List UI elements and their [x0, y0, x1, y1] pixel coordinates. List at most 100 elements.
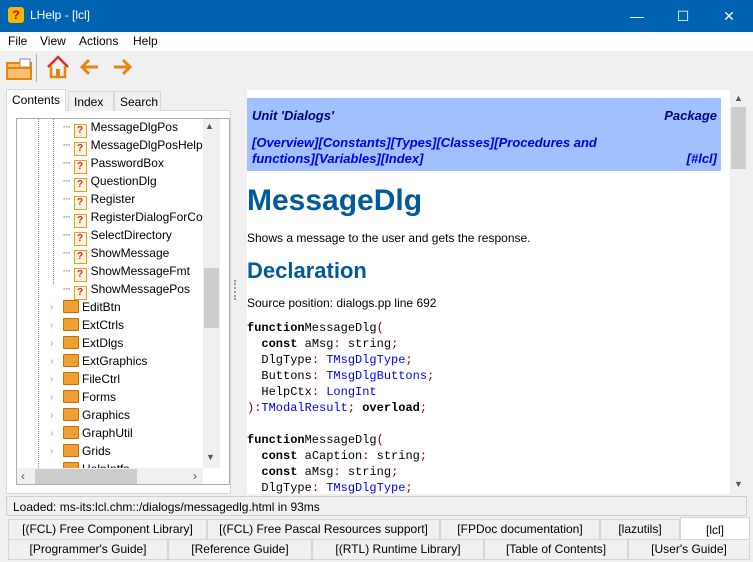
bottom-tab[interactable]: [(FCL) Free Pascal Resources support] [207, 519, 440, 540]
tree-horizontal-scrollbar[interactable]: ‹ › [17, 468, 203, 484]
scrollbar-thumb[interactable] [731, 107, 746, 169]
tree-item-unit[interactable]: GraphUtil [63, 426, 133, 444]
scroll-right-icon[interactable]: › [193, 469, 197, 483]
expand-chevron-icon[interactable]: › [50, 320, 53, 331]
tree-item-page[interactable]: ┄ ? ShowMessageFmt [63, 264, 190, 282]
tree-item-unit[interactable]: ExtGraphics [63, 354, 147, 372]
scroll-left-icon[interactable]: ‹ [21, 469, 25, 483]
tab-contents[interactable]: Contents [6, 89, 67, 111]
menu-view[interactable]: View [40, 34, 66, 48]
arrow-left-icon[interactable] [80, 58, 100, 76]
link-classes[interactable]: [Classes] [436, 135, 494, 150]
tree-item-unit[interactable]: EditBtn [63, 300, 121, 318]
link-procedures[interactable]: [Procedures and [494, 135, 597, 150]
bottom-tab[interactable]: [Programmer's Guide] [8, 539, 168, 560]
tree-item-unit[interactable]: ExtDlgs [63, 336, 123, 354]
bottom-tab[interactable]: [FPDoc documentation] [440, 519, 600, 540]
tree-item-label: Grids [82, 444, 111, 458]
bottom-tab[interactable]: [(RTL) Runtime Library] [312, 539, 484, 560]
scroll-down-icon[interactable]: ▼ [206, 452, 215, 462]
link-functions[interactable]: functions] [252, 151, 315, 166]
tree-item-page[interactable]: ┄ ? ShowMessagePos [63, 282, 190, 300]
bottom-tab[interactable]: [(FCL) Free Component Library] [8, 519, 207, 540]
code-token: string [340, 337, 392, 351]
bottom-tab[interactable]: [lazutils] [600, 519, 680, 540]
tree-item-page[interactable]: ┄ ? QuestionDlg [63, 174, 157, 192]
splitter[interactable] [234, 280, 236, 300]
help-page-icon: ? [73, 250, 87, 264]
code-line: functionMessageDlg( [247, 321, 384, 337]
code-token: HelpCtx [247, 385, 312, 399]
tree-item-label: ShowMessageFmt [90, 264, 190, 278]
tree-item-unit[interactable]: ExtCtrls [63, 318, 124, 336]
code-token: TMsgDlgType [326, 481, 406, 494]
scrollbar-thumb[interactable] [204, 268, 219, 328]
close-button[interactable]: ✕ [706, 0, 752, 32]
expand-chevron-icon[interactable]: › [50, 446, 53, 457]
tree-item-page[interactable]: ┄ ? ShowMessage [63, 246, 169, 264]
help-page-icon: ? [73, 142, 87, 156]
arrow-right-icon[interactable] [112, 58, 132, 76]
tree-line [38, 119, 39, 484]
link-index[interactable]: [Index] [381, 151, 424, 166]
help-page-icon: ? [73, 232, 87, 246]
book-icon [63, 372, 79, 385]
link-constants[interactable]: [Constants] [318, 135, 390, 150]
page-title: MessageDlg [247, 184, 423, 217]
book-icon [63, 300, 79, 313]
link-types[interactable]: [Types] [391, 135, 437, 150]
tree-item-label: MessageDlgPosHelp [90, 138, 203, 152]
contents-tree[interactable]: ┄ ? MessageDlgPos ┄ ? MessageDlgPosHelp ┄ ? P… [16, 118, 230, 485]
code-token: TModalResult [261, 401, 348, 415]
tree-item-page[interactable]: ┄ ? MessageDlgPos [63, 120, 178, 138]
link-variables[interactable]: [Variables] [315, 151, 381, 166]
scroll-up-icon[interactable]: ▲ [734, 93, 743, 103]
book-icon [63, 426, 79, 439]
expand-chevron-icon[interactable]: › [50, 410, 53, 421]
tree-item-page[interactable]: ┄ ? RegisterDialogForCo [63, 210, 203, 228]
help-page-icon: ? [73, 178, 87, 192]
expand-chevron-icon[interactable]: › [50, 428, 53, 439]
expand-chevron-icon[interactable]: › [50, 374, 53, 385]
scroll-up-icon[interactable]: ▲ [205, 121, 214, 131]
tree-vertical-scrollbar[interactable]: ▲ ▼ [203, 119, 220, 468]
window-title: LHelp - [lcl] [30, 8, 91, 22]
bottom-tab[interactable]: [Table of Contents] [484, 539, 628, 560]
expand-chevron-icon[interactable]: › [50, 392, 53, 403]
expand-chevron-icon[interactable]: › [50, 356, 53, 367]
minimize-button[interactable]: — [614, 0, 660, 32]
code-token: ; [427, 369, 435, 383]
expand-chevron-icon[interactable]: › [50, 338, 53, 349]
bottom-tab[interactable]: [lcl] [680, 517, 750, 540]
tree-item-page[interactable]: ┄ ? MessageDlgPosHelp [63, 138, 203, 156]
scroll-down-icon[interactable]: ▼ [734, 479, 743, 489]
code-token: : [311, 481, 320, 494]
tab-search[interactable]: Search [114, 91, 161, 111]
tree-item-page[interactable]: ┄ ? PasswordBox [63, 156, 164, 174]
link-package[interactable]: [#lcl] [687, 151, 717, 166]
maximize-button[interactable]: ☐ [660, 0, 706, 32]
tree-item-unit[interactable]: Grids [63, 444, 111, 462]
home-icon[interactable] [46, 55, 70, 79]
tree-item-unit[interactable]: FileCtrl [63, 372, 120, 390]
menu-help[interactable]: Help [133, 34, 158, 48]
link-overview[interactable]: [Overview] [252, 135, 318, 150]
content-vertical-scrollbar[interactable]: ▲ ▼ [730, 90, 747, 494]
tree-item-page[interactable]: ┄ ? SelectDirectory [63, 228, 172, 246]
tree-item-page[interactable]: ┄ ? Register [63, 192, 135, 210]
expand-chevron-icon[interactable]: › [50, 302, 53, 313]
code-line: ):TModalResult; overload; [247, 401, 427, 417]
tab-index[interactable]: Index [68, 91, 114, 111]
menu-actions[interactable]: Actions [79, 34, 118, 48]
code-token: DlgType [247, 481, 312, 494]
code-token: TMsgDlgButtons [326, 369, 428, 383]
scrollbar-thumb[interactable] [35, 469, 137, 484]
menu-file[interactable]: File [8, 34, 27, 48]
bottom-tab[interactable]: [User's Guide] [628, 539, 750, 560]
folder-open-icon[interactable] [6, 57, 32, 81]
tree-item-unit[interactable]: Forms [63, 390, 116, 408]
tree-item-unit[interactable]: Graphics [63, 408, 130, 426]
bottom-tab[interactable]: [Reference Guide] [168, 539, 312, 560]
